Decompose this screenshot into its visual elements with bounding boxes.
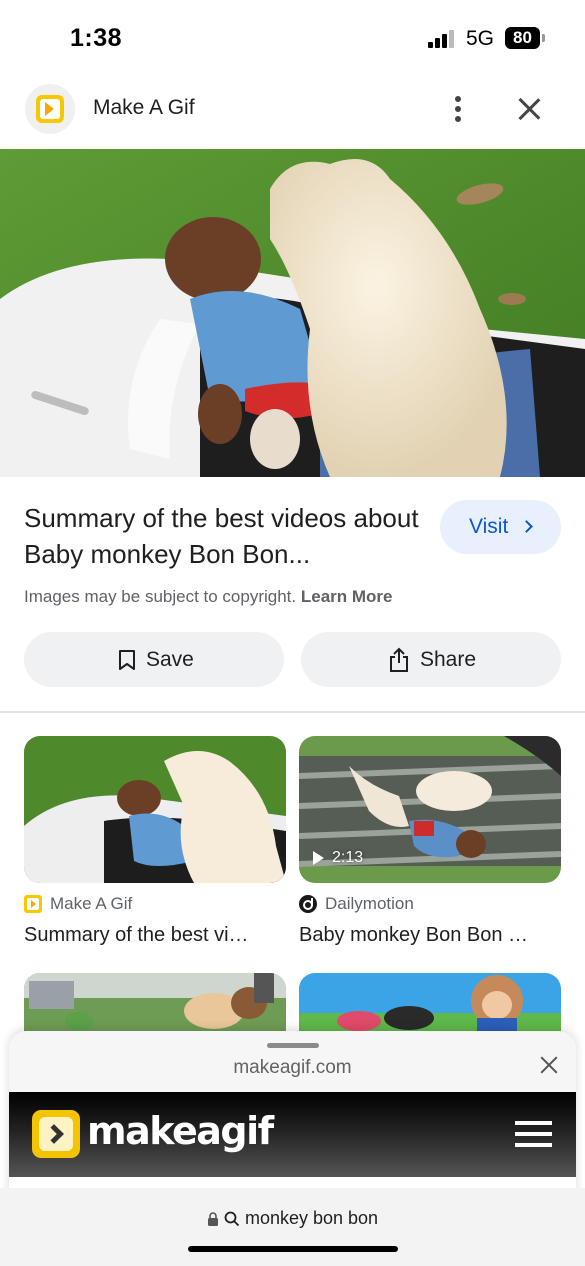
related-thumbnail[interactable]: 2:13 <box>299 736 561 883</box>
share-icon <box>390 647 408 672</box>
more-options-icon[interactable] <box>446 94 470 124</box>
address-query: monkey bon bon <box>244 1208 379 1228</box>
home-indicator[interactable] <box>188 1246 398 1252</box>
video-duration: 2:13 <box>313 849 363 867</box>
save-label: Save <box>146 648 194 671</box>
battery-cap <box>542 34 545 42</box>
learn-more-link[interactable]: Learn More <box>301 587 393 606</box>
bookmark-icon <box>119 649 135 670</box>
preview-image[interactable] <box>0 149 585 477</box>
site-name[interactable]: Make A Gif <box>93 96 195 120</box>
chevron-right-icon <box>520 520 533 533</box>
sheet-domain: makeagif.com <box>233 1057 352 1078</box>
hamburger-menu-icon[interactable] <box>515 1121 552 1148</box>
battery-icon: 80 <box>505 27 540 49</box>
makeagif-logo-icon[interactable] <box>32 1110 80 1158</box>
signal-icon <box>428 30 456 48</box>
related-thumbnail[interactable] <box>299 973 561 1033</box>
address-content[interactable]: monkey bon bon <box>0 1208 585 1229</box>
related-thumbnail-art <box>24 973 286 1033</box>
make-a-gif-favicon-icon <box>24 895 42 913</box>
makeagif-logo-text[interactable]: makeagif <box>87 1109 274 1153</box>
related-thumbnail[interactable] <box>24 973 286 1033</box>
sheet-grabber[interactable] <box>267 1043 319 1048</box>
related-source: Dailymotion <box>299 894 414 914</box>
close-icon[interactable] <box>539 1055 559 1075</box>
visit-button[interactable]: Visit <box>440 500 561 554</box>
close-icon[interactable] <box>514 94 544 124</box>
related-title[interactable]: Baby monkey Bon Bon … <box>299 924 528 947</box>
viewer-header: Make A Gif <box>0 80 585 140</box>
visit-label: Visit <box>469 515 509 538</box>
status-bar: 1:38 5G 80 <box>0 0 585 70</box>
search-icon <box>224 1211 240 1226</box>
status-time: 1:38 <box>70 24 123 52</box>
share-button[interactable]: Share <box>301 632 561 687</box>
copyright-text: Images may be subject to copyright. <box>24 587 297 606</box>
website-preview-sheet[interactable]: makeagif.com makeagif <box>9 1031 576 1201</box>
site-logo-icon[interactable] <box>25 84 75 134</box>
related-thumbnail-art <box>24 736 286 883</box>
related-thumbnail[interactable] <box>24 736 286 883</box>
address-bar[interactable]: monkey bon bon <box>0 1188 585 1266</box>
related-source-name: Dailymotion <box>325 894 414 913</box>
result-title[interactable]: Summary of the best videos about Baby mo… <box>24 500 424 572</box>
copyright-notice: Images may be subject to copyright. Lear… <box>24 587 393 607</box>
share-label: Share <box>420 648 477 671</box>
save-button[interactable]: Save <box>24 632 284 687</box>
duration-label: 2:13 <box>332 849 364 866</box>
site-banner: makeagif <box>9 1092 576 1177</box>
related-thumbnail-art <box>299 973 561 1033</box>
preview-image-art <box>0 149 585 477</box>
lock-icon <box>207 1211 218 1226</box>
dailymotion-favicon-icon <box>299 895 317 913</box>
related-title[interactable]: Summary of the best vi… <box>24 924 249 947</box>
divider <box>0 711 585 713</box>
network-label: 5G <box>466 27 495 50</box>
related-source: Make A Gif <box>24 894 132 914</box>
play-icon <box>313 851 324 865</box>
related-source-name: Make A Gif <box>50 894 133 913</box>
